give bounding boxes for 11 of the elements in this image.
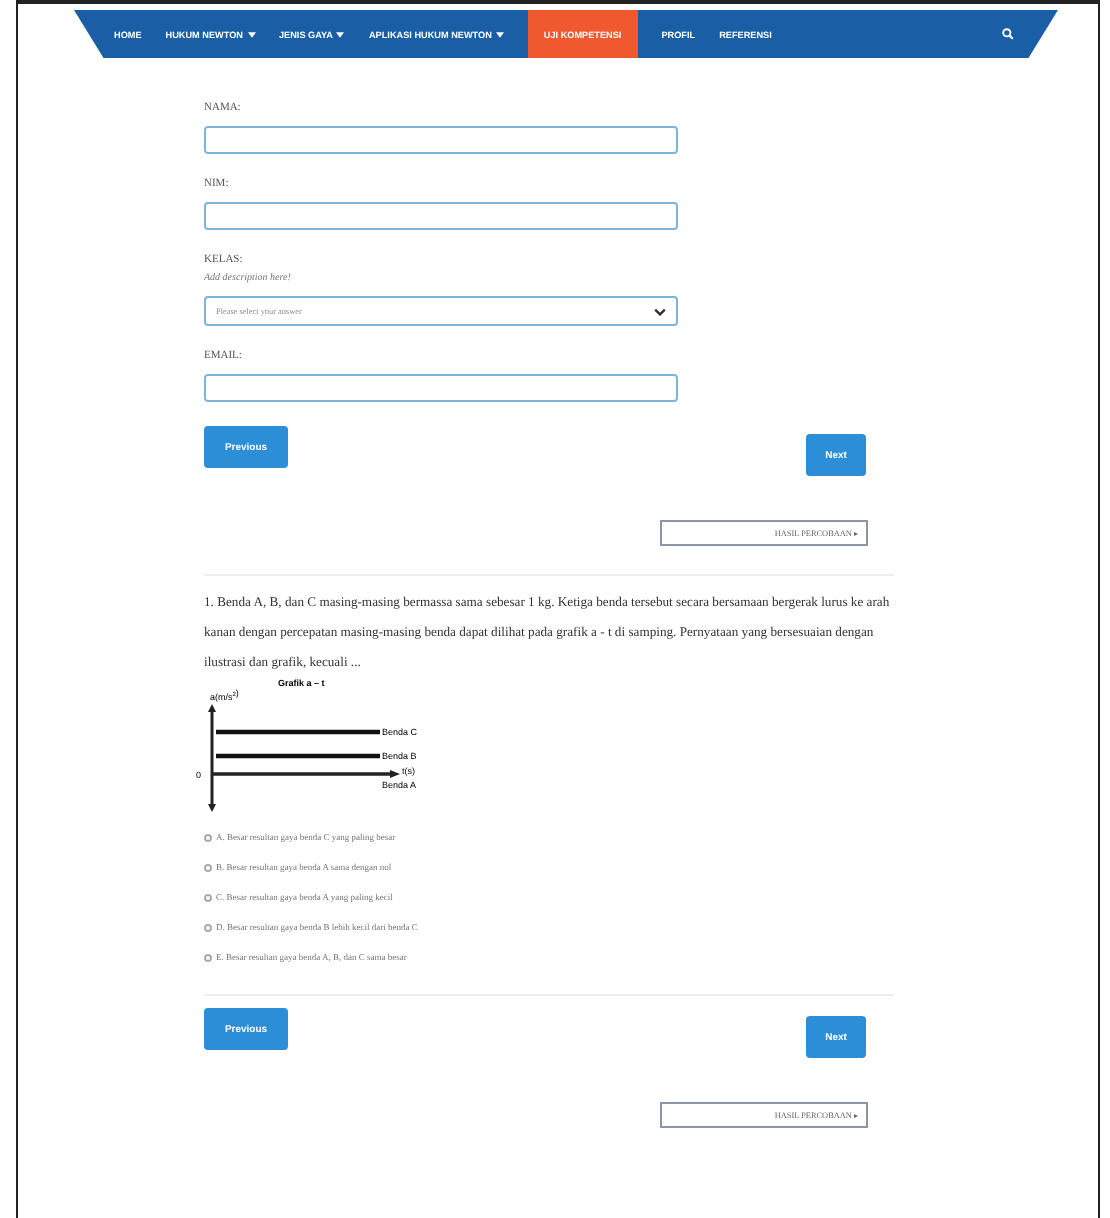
chevron-icon [654, 307, 666, 315]
radio-button[interactable] [204, 863, 212, 871]
radio-button[interactable] [204, 923, 212, 931]
input-field[interactable] [204, 126, 678, 154]
y-axis-arrow [208, 704, 216, 812]
radio-button[interactable] [204, 833, 212, 841]
input-field[interactable] [204, 374, 678, 402]
radio-button[interactable] [204, 893, 212, 901]
input-field[interactable] [204, 202, 678, 230]
radio-button[interactable] [204, 953, 212, 961]
search-icon[interactable] [1002, 28, 1014, 40]
